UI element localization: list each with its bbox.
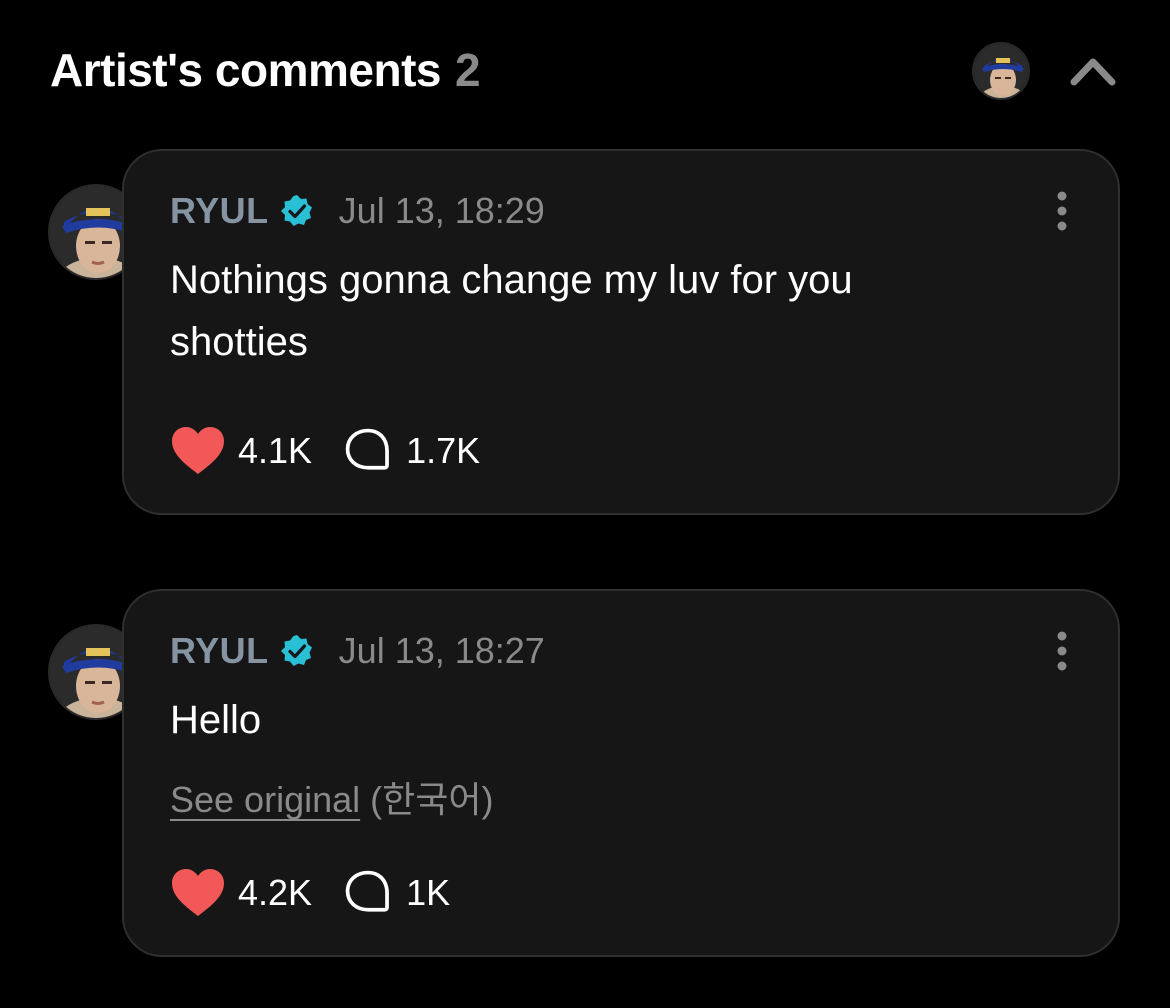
heart-icon <box>172 427 224 474</box>
speech-bubble-icon <box>345 428 389 470</box>
comment-header: RYUL Jul 13, 18:27 <box>170 627 545 675</box>
reply-button[interactable]: 1K <box>342 867 450 919</box>
verified-badge-icon <box>280 635 312 666</box>
comment-actions: 4.1K 1.7K <box>170 423 480 479</box>
reply-count: 1K <box>406 872 451 913</box>
comment-header: RYUL Jul 13, 18:29 <box>170 187 545 235</box>
more-options-button[interactable] <box>1050 189 1074 233</box>
artist-comments-panel: Artist's comments 2 RYUL Jul 13, 18:29 N… <box>0 0 1170 1008</box>
like-button[interactable]: 4.2K <box>170 867 312 919</box>
section-title-label: Artist's comments <box>50 44 442 96</box>
reply-button[interactable]: 1.7K <box>342 425 480 477</box>
vertical-dots-icon <box>1057 631 1067 671</box>
see-original-link[interactable]: See original <box>170 779 360 820</box>
verified-badge-icon <box>280 195 312 226</box>
heart-icon <box>172 869 224 916</box>
comment-author-name[interactable]: RYUL <box>170 190 269 232</box>
comment-count: 2 <box>455 44 481 96</box>
comment-actions: 4.2K 1K <box>170 865 450 921</box>
like-button[interactable]: 4.1K <box>170 425 312 477</box>
original-language: (한국어) <box>370 779 494 820</box>
comment-author-name[interactable]: RYUL <box>170 630 269 672</box>
comment-timestamp: Jul 13, 18:29 <box>338 190 545 231</box>
collapse-button[interactable] <box>1062 44 1124 98</box>
section-title: Artist's comments 2 <box>50 40 481 100</box>
comment-card: RYUL Jul 13, 18:29 Nothings gonna change… <box>122 149 1120 515</box>
like-count: 4.2K <box>238 872 313 913</box>
chevron-up-icon <box>1070 58 1116 86</box>
reply-count: 1.7K <box>406 430 481 471</box>
artist-avatar[interactable] <box>972 42 1030 100</box>
translation-note: See original (한국어) <box>170 771 493 823</box>
comment-text: Hello <box>170 698 262 742</box>
comment-text: Nothings gonna change my luv for you sho… <box>170 258 853 364</box>
like-count: 4.1K <box>238 430 313 471</box>
vertical-dots-icon <box>1057 191 1067 231</box>
more-options-button[interactable] <box>1050 629 1074 673</box>
speech-bubble-icon <box>345 870 389 912</box>
comment-card: RYUL Jul 13, 18:27 Hello See original (한… <box>122 589 1120 957</box>
comment-timestamp: Jul 13, 18:27 <box>338 630 545 671</box>
